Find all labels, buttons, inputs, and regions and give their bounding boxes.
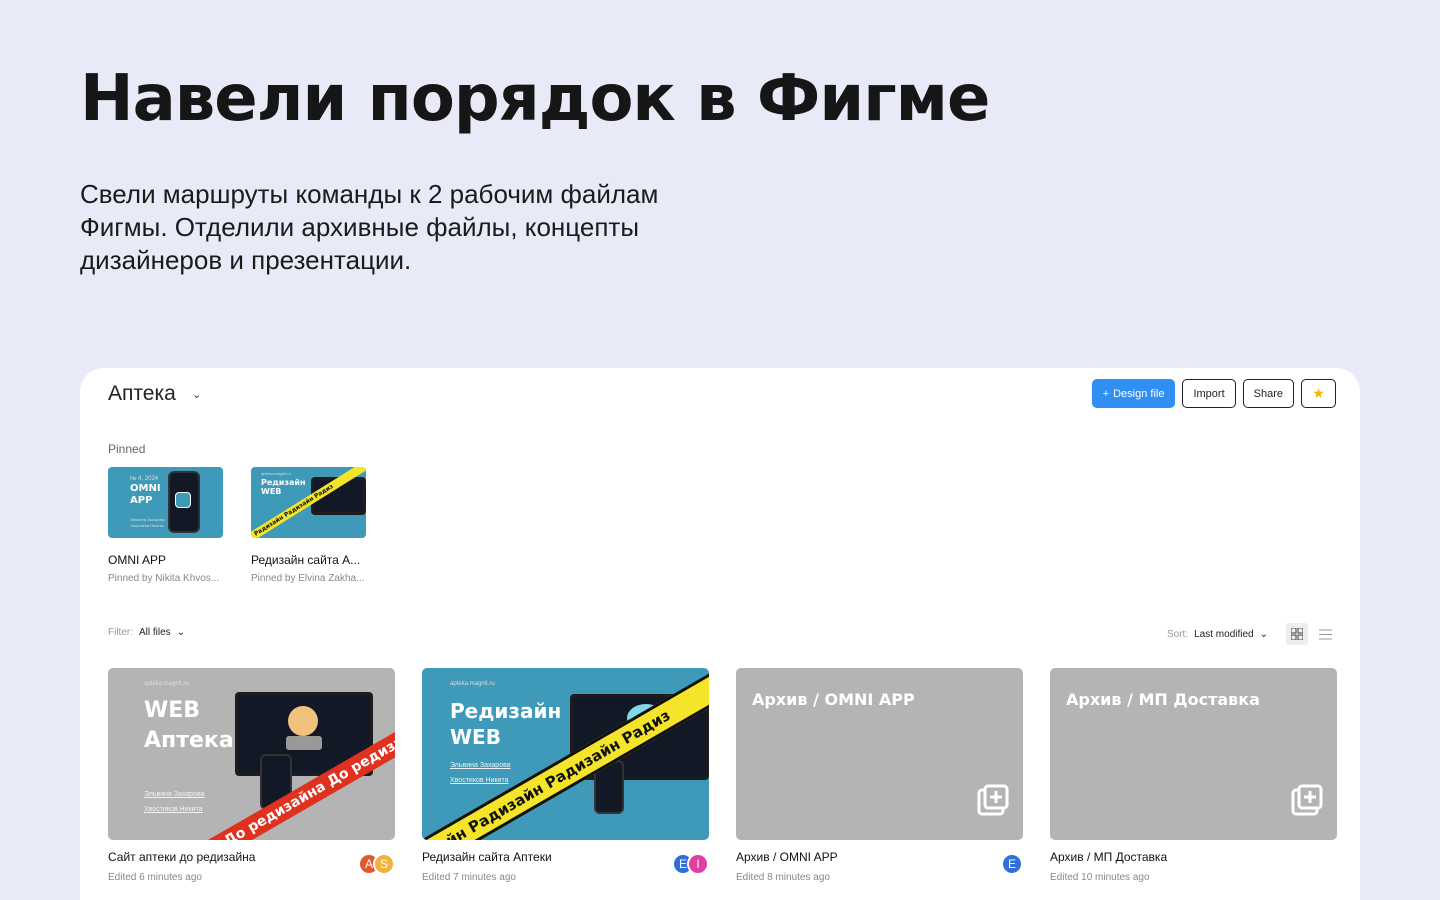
project-title: Аптека xyxy=(108,382,176,405)
file-card[interactable]: apteka.magnit.ru Редизайн WEB Эльвина За… xyxy=(422,668,709,883)
file-name: Сайт аптеки до редизайна xyxy=(108,850,256,864)
project-header: Аптека ⌄ xyxy=(108,382,206,406)
file-meta: Edited 10 minutes ago xyxy=(1050,872,1150,883)
file-thumbnail: apteka.magnit.ru WEB Аптека Эльвина Заха… xyxy=(108,668,395,840)
plus-icon: + xyxy=(1102,387,1110,400)
hero-title: Навели порядок в Фигме xyxy=(80,62,990,136)
avatar[interactable]: I xyxy=(687,853,709,875)
import-button[interactable]: Import xyxy=(1182,379,1236,408)
laptop-emoji xyxy=(286,736,322,750)
sort-label: Sort: xyxy=(1167,628,1189,640)
chevron-down-icon: ⌄ xyxy=(1259,628,1268,640)
pinned-file-meta: Pinned by Nikita Khvos... xyxy=(108,573,220,584)
file-thumbnail: Архив / OMNI APP xyxy=(736,668,1023,840)
file-card[interactable]: Архив / МП Доставка Архив / МП Доставка … xyxy=(1050,668,1337,883)
star-icon: ★ xyxy=(1312,385,1325,401)
file-thumbnail: apteka.magnit.ru Редизайн WEB Эльвина За… xyxy=(422,668,709,840)
thumb-title: Архив / OMNI APP xyxy=(752,690,915,709)
thumb-link: Хвостиков Никита xyxy=(450,777,509,784)
thumb-title: WEB Аптека xyxy=(144,698,234,753)
app-logo-icon xyxy=(175,492,191,508)
thumb-title: Архив / МП Доставка xyxy=(1066,690,1260,709)
grid-view-icon[interactable] xyxy=(1286,623,1308,645)
list-view-icon[interactable] xyxy=(1314,623,1336,645)
filter-value[interactable]: All files xyxy=(139,627,171,638)
chevron-down-icon: ⌄ xyxy=(176,627,186,638)
file-thumbnail: № 4, 2024 OMNI APP Эльвина Захарова Хвос… xyxy=(108,467,223,538)
collaborator-avatars: E I xyxy=(672,853,709,875)
figma-file-icon xyxy=(977,784,1009,816)
file-thumbnail: Архив / МП Доставка xyxy=(1050,668,1337,840)
thumb-small-text: apteka.magnit.ru xyxy=(261,471,291,476)
thumb-link: Хвостиков Никита xyxy=(144,806,203,813)
pinned-file-card[interactable]: apteka.magnit.ru Редизайн WEB Радизайн Р… xyxy=(251,467,366,584)
avatar[interactable]: S xyxy=(373,853,395,875)
file-name: Архив / OMNI APP xyxy=(736,850,838,864)
file-thumbnail: apteka.magnit.ru Редизайн WEB Радизайн Р… xyxy=(251,467,366,538)
thumb-small-text: № 4, 2024 xyxy=(130,476,159,482)
collaborator-avatars: A S xyxy=(358,853,395,875)
favorite-button[interactable]: ★ xyxy=(1301,379,1336,408)
hero-subtitle: Свели маршруты команды к 2 рабочим файла… xyxy=(80,179,659,275)
file-meta: Edited 7 minutes ago xyxy=(422,872,516,883)
file-card[interactable]: Архив / OMNI APP Архив / OMNI APP Edited… xyxy=(736,668,1023,883)
chevron-down-icon[interactable]: ⌄ xyxy=(188,385,206,403)
pinned-section-label: Pinned xyxy=(108,442,146,456)
figma-project-panel: Аптека ⌄ + Design file Import Share ★ Pi… xyxy=(80,368,1360,900)
file-meta: Edited 8 minutes ago xyxy=(736,872,830,883)
file-meta: Edited 6 minutes ago xyxy=(108,872,202,883)
thumb-title: OMNI APP xyxy=(130,483,161,506)
figma-file-icon xyxy=(1291,784,1323,816)
thumb-title: Редизайн WEB xyxy=(450,699,562,749)
filter-label: Filter: xyxy=(108,627,133,638)
share-button[interactable]: Share xyxy=(1242,379,1294,408)
sort-value[interactable]: Last modified xyxy=(1194,629,1253,640)
file-name: Архив / МП Доставка xyxy=(1050,850,1168,864)
design-file-label: Design file xyxy=(1113,387,1165,400)
pinned-file-name: OMNI APP xyxy=(108,553,167,567)
thumb-small-text: apteka.magnit.ru xyxy=(450,681,495,687)
thumb-title: Редизайн WEB xyxy=(261,478,306,497)
pinned-file-name: Редизайн сайта А... xyxy=(251,553,361,567)
pinned-file-card[interactable]: № 4, 2024 OMNI APP Эльвина Захарова Хвос… xyxy=(108,467,223,584)
design-file-button[interactable]: + Design file xyxy=(1091,379,1176,408)
avatar[interactable]: E xyxy=(1001,853,1023,875)
project-toolbar: + Design file Import Share ★ xyxy=(1091,379,1336,408)
sort-control: Sort: Last modified ⌄ xyxy=(1167,623,1336,645)
thumb-link: Эльвина Захарова xyxy=(144,791,205,798)
thumb-people: Эльвина Захарова Хвостиков Никита xyxy=(130,517,165,528)
person-emoji xyxy=(288,706,318,736)
file-card[interactable]: apteka.magnit.ru WEB Аптека Эльвина Заха… xyxy=(108,668,395,883)
thumb-small-text: apteka.magnit.ru xyxy=(144,681,189,687)
file-name: Редизайн сайта Аптеки xyxy=(422,850,552,864)
collaborator-avatars: E xyxy=(1001,853,1023,875)
filter-control[interactable]: Filter: All files ⌄ xyxy=(108,627,185,638)
pinned-file-meta: Pinned by Elvina Zakha... xyxy=(251,573,365,584)
thumb-link: Эльвина Захарова xyxy=(450,762,511,769)
